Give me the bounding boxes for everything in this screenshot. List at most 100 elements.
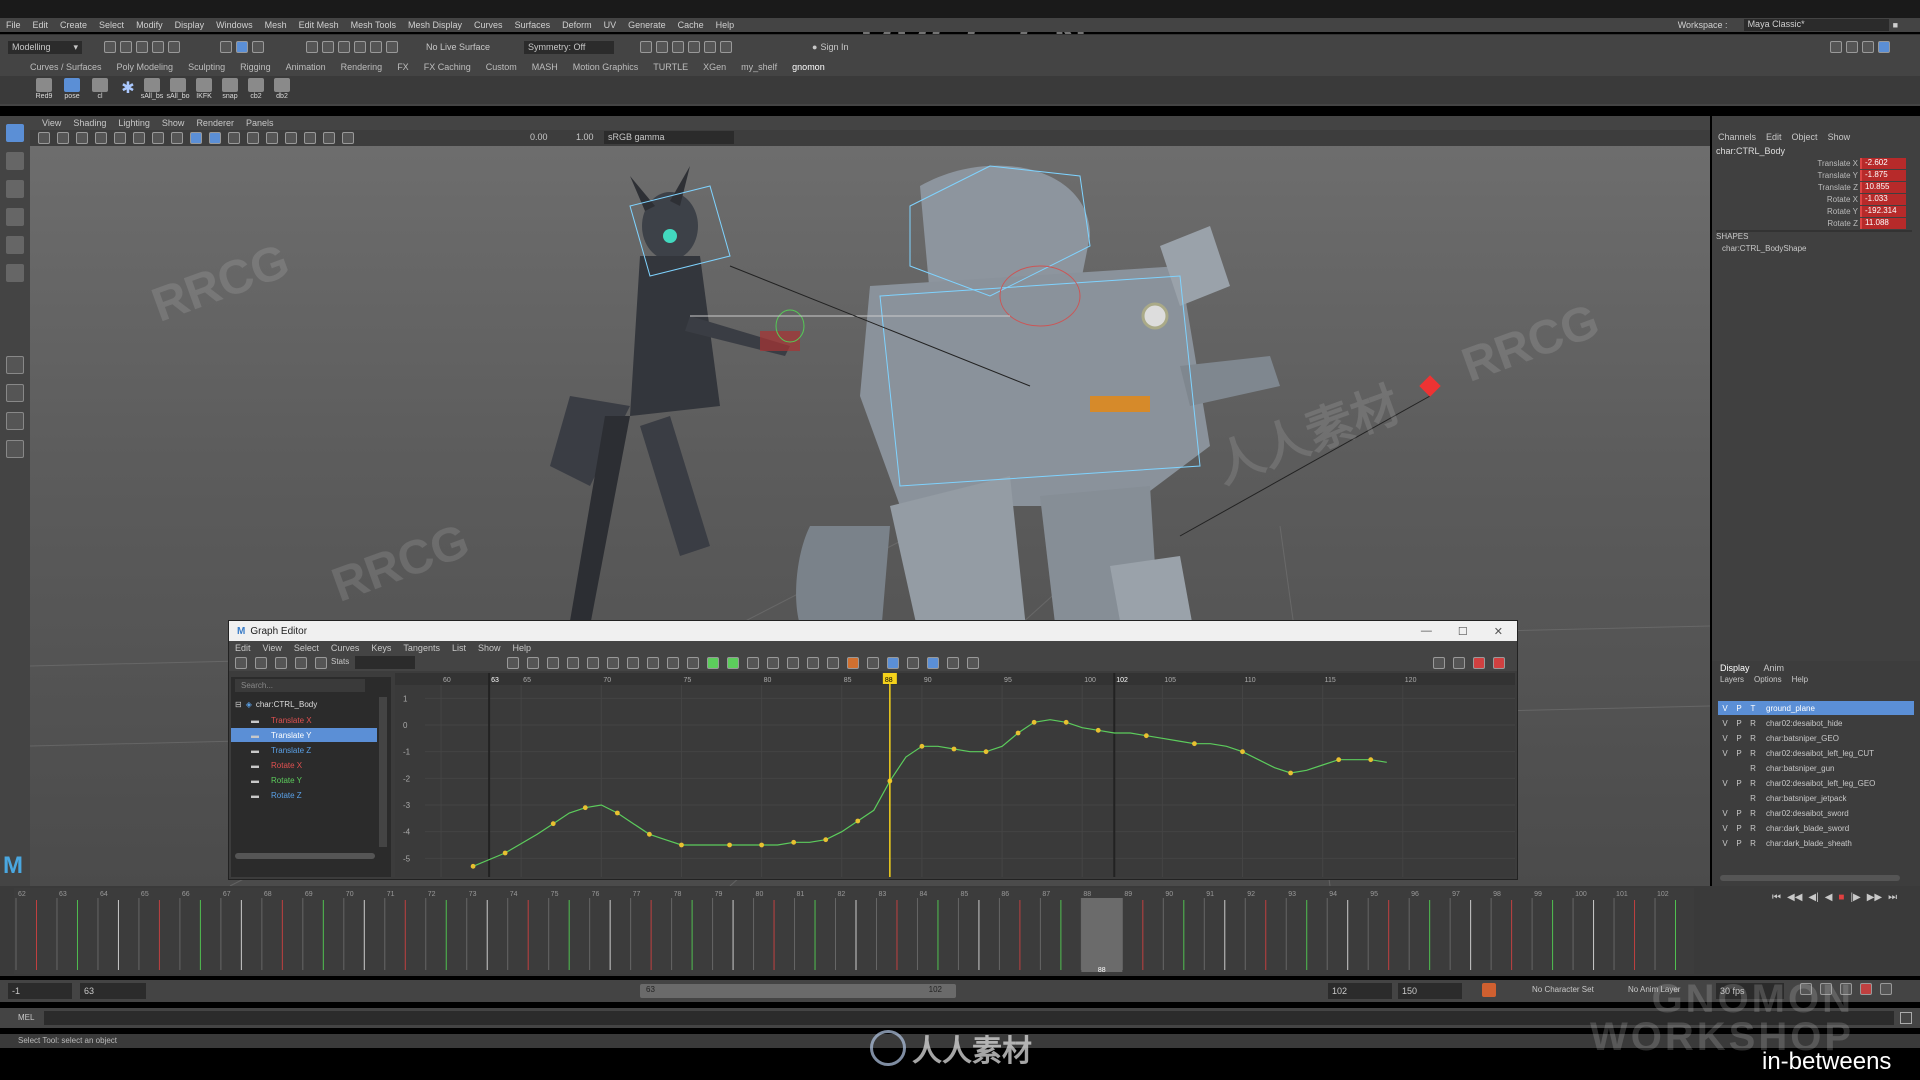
menu-windows[interactable]: Windows: [216, 20, 253, 30]
maximize-icon[interactable]: ☐: [1458, 625, 1468, 638]
snap-pivot-icon[interactable]: [386, 41, 398, 53]
shelf-button-snap[interactable]: snap: [218, 78, 242, 102]
expand-icon[interactable]: ⊟: [235, 700, 242, 709]
side-by-side-icon[interactable]: [6, 412, 24, 430]
shelf-tab-animation[interactable]: Animation: [286, 62, 326, 76]
snap-curve-icon[interactable]: [322, 41, 334, 53]
attr-rotate-z[interactable]: Rotate Z 11.088: [1712, 218, 1912, 230]
layer-playback[interactable]: P: [1732, 824, 1746, 833]
layer-row[interactable]: V P Rchar:dark_blade_sheath: [1718, 836, 1914, 850]
auto-tangent-icon[interactable]: [567, 657, 579, 669]
snap-point-icon[interactable]: [338, 41, 350, 53]
shelf-tab-fx-caching[interactable]: FX Caching: [424, 62, 471, 76]
shadows-icon[interactable]: [266, 132, 278, 144]
frame-all-icon[interactable]: [507, 657, 519, 669]
playback-end-field[interactable]: 102: [1328, 983, 1392, 999]
menu-mesh[interactable]: Mesh: [265, 20, 287, 30]
camera-select-icon[interactable]: [38, 132, 50, 144]
shelf-tab-my-shelf[interactable]: my_shelf: [741, 62, 777, 76]
menu-create[interactable]: Create: [60, 20, 87, 30]
curve-view-icon[interactable]: [947, 657, 959, 669]
outliner-channel[interactable]: ▬ Translate Z: [231, 743, 377, 757]
outliner-channel[interactable]: ▬ Translate X: [231, 713, 377, 727]
shelf-tab-fx[interactable]: FX: [397, 62, 409, 76]
scale-tool-icon[interactable]: [6, 264, 24, 282]
lights-icon[interactable]: [247, 132, 259, 144]
layer-row[interactable]: V P Rchar:batsniper_GEO: [1718, 731, 1914, 745]
attr-translate-y[interactable]: Translate Y -1.875: [1712, 170, 1912, 182]
post-infinity-icon[interactable]: [827, 657, 839, 669]
ge-menu-select[interactable]: Select: [294, 643, 319, 653]
layer-visibility[interactable]: V: [1718, 839, 1732, 848]
wireframe-on-shaded-icon[interactable]: [209, 132, 221, 144]
graph-canvas[interactable]: 1 0 -1 -2 -3 -4 -5 60 65 70 75 80 85 90 95 100 105 110 115…: [395, 673, 1515, 877]
outliner-channel[interactable]: ▬ Rotate Y: [231, 773, 377, 787]
ge-menu-show[interactable]: Show: [478, 643, 501, 653]
menu-deform[interactable]: Deform: [562, 20, 592, 30]
layer-row[interactable]: V P Rchar:dark_blade_sword: [1718, 821, 1914, 835]
attribute-editor-icon[interactable]: [1846, 41, 1858, 53]
image-plane-icon[interactable]: [95, 132, 107, 144]
attr-value[interactable]: -1.875: [1860, 170, 1906, 181]
shelf-tab-sculpting[interactable]: Sculpting: [188, 62, 225, 76]
outliner-scrollbar[interactable]: [379, 697, 387, 847]
channel-box-menu-object[interactable]: Object: [1792, 132, 1818, 142]
viewport-menu-panels[interactable]: Panels: [246, 118, 274, 128]
move-view-icon[interactable]: [1433, 657, 1445, 669]
layer-visibility[interactable]: V: [1718, 719, 1732, 728]
color-space-dropdown[interactable]: sRGB gamma: [604, 131, 734, 144]
layer-display-type[interactable]: R: [1746, 824, 1760, 833]
go-to-end-icon[interactable]: ⏭: [1888, 892, 1897, 903]
shelf-button-db2[interactable]: db2: [270, 78, 294, 102]
outliner-channel[interactable]: ▬ Rotate Z: [231, 788, 377, 802]
script-editor-icon[interactable]: [1900, 1012, 1912, 1024]
redo-icon[interactable]: [168, 41, 180, 53]
play-backward-icon[interactable]: ◀: [1825, 892, 1833, 903]
bookmark-icon[interactable]: [76, 132, 88, 144]
unify-tangent-icon[interactable]: [727, 657, 739, 669]
flat-tangent-icon[interactable]: [647, 657, 659, 669]
select-component-icon[interactable]: [252, 41, 264, 53]
smooth-shade-icon[interactable]: [190, 132, 202, 144]
layer-display-type[interactable]: R: [1746, 749, 1760, 758]
layer-menu-layers[interactable]: Layers: [1720, 675, 1744, 684]
paint-select-icon[interactable]: [6, 180, 24, 198]
layer-row[interactable]: Rchar:batsniper_gun: [1718, 761, 1914, 775]
value-snap-icon[interactable]: [867, 657, 879, 669]
ge-menu-view[interactable]: View: [263, 643, 282, 653]
lock-icon[interactable]: ■: [1893, 20, 1898, 30]
lasso-tool-icon[interactable]: [6, 152, 24, 170]
wireframe-icon[interactable]: [171, 132, 183, 144]
layer-playback[interactable]: P: [1732, 734, 1746, 743]
snap-grid-icon[interactable]: [306, 41, 318, 53]
grid-icon[interactable]: [114, 132, 126, 144]
menu-edit-mesh[interactable]: Edit Mesh: [299, 20, 339, 30]
shelf-button-sall-bo[interactable]: sAll_bo: [166, 78, 190, 102]
layer-row[interactable]: Rchar:batsniper_jetpack: [1718, 791, 1914, 805]
workspace-dropdown[interactable]: Maya Classic*: [1743, 19, 1889, 31]
range-slider-bar[interactable]: 63 102: [640, 984, 956, 998]
viewport-menu-view[interactable]: View: [42, 118, 61, 128]
outliner-layout-icon[interactable]: [6, 440, 24, 458]
stats-field[interactable]: [355, 656, 415, 669]
shelf-button-sall-bs[interactable]: sAll_bs: [140, 78, 164, 102]
command-lang-label[interactable]: MEL: [18, 1013, 34, 1022]
pause-icon[interactable]: [720, 41, 732, 53]
ge-menu-keys[interactable]: Keys: [371, 643, 391, 653]
shelf-tab-curves-surfaces[interactable]: Curves / Surfaces: [30, 62, 102, 76]
shelf-tab-mash[interactable]: MASH: [532, 62, 558, 76]
layer-display-type[interactable]: R: [1746, 794, 1760, 803]
tool-settings-icon[interactable]: [1862, 41, 1874, 53]
character-set-dropdown[interactable]: No Character Set: [1532, 985, 1594, 994]
exposure-field[interactable]: 0.00: [530, 132, 548, 142]
shelf-tab-custom[interactable]: Custom: [486, 62, 517, 76]
ambient-occlusion-icon[interactable]: [285, 132, 297, 144]
sign-in-button[interactable]: ● Sign In: [812, 40, 848, 54]
attr-value[interactable]: -1.033: [1860, 194, 1906, 205]
new-scene-icon[interactable]: [104, 41, 116, 53]
viewport-menu-renderer[interactable]: Renderer: [196, 118, 234, 128]
graph-editor-titlebar[interactable]: M Graph Editor — ☐ ✕: [229, 621, 1517, 641]
layer-row[interactable]: V P Rchar02:desaibot_left_leg_CUT: [1718, 746, 1914, 760]
break-tangent-icon[interactable]: [707, 657, 719, 669]
shelf-tab-poly-modeling[interactable]: Poly Modeling: [117, 62, 174, 76]
